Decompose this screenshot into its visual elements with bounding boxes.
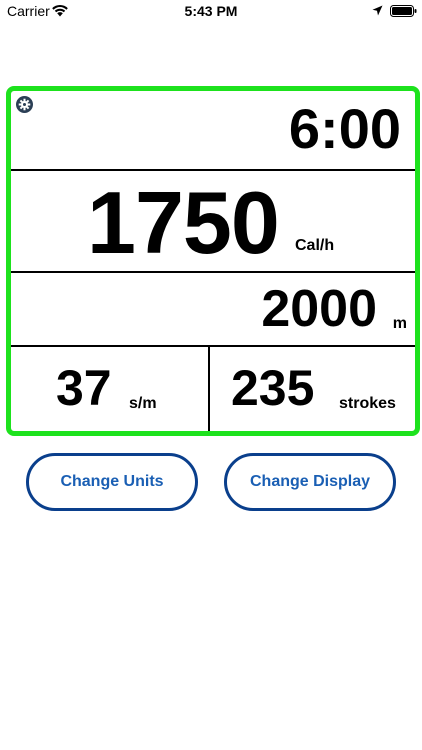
status-time: 5:43 PM bbox=[184, 3, 238, 19]
rowing-monitor-panel: 6:00 1750 Cal/h 2000 m 37 s/m 235 stroke… bbox=[6, 86, 420, 436]
calories-row: 1750 Cal/h bbox=[11, 171, 415, 273]
calories-unit: Cal/h bbox=[295, 237, 335, 254]
distance-value: 2000 bbox=[261, 280, 377, 338]
distance-row: 2000 m bbox=[11, 273, 415, 347]
time-row: 6:00 bbox=[11, 91, 415, 171]
bottom-row: 37 s/m 235 strokes bbox=[11, 347, 415, 431]
status-bar: Carrier 5:43 PM bbox=[0, 0, 422, 22]
distance-unit: m bbox=[392, 315, 407, 332]
change-units-button[interactable]: Change Units bbox=[26, 453, 198, 511]
stroke-rate-cell: 37 s/m bbox=[11, 347, 210, 431]
change-display-button[interactable]: Change Display bbox=[224, 453, 396, 511]
strokes-unit: strokes bbox=[339, 395, 396, 412]
stroke-rate-unit: s/m bbox=[129, 395, 157, 412]
battery-icon bbox=[390, 5, 417, 17]
strokes-cell: 235 strokes bbox=[210, 347, 415, 431]
stroke-rate-value: 37 bbox=[56, 360, 112, 416]
location-arrow-icon bbox=[372, 5, 383, 16]
strokes-value: 235 bbox=[231, 360, 315, 416]
calories-value: 1750 bbox=[87, 173, 280, 272]
elapsed-time-value: 6:00 bbox=[288, 97, 401, 160]
gear-icon[interactable] bbox=[16, 96, 33, 113]
